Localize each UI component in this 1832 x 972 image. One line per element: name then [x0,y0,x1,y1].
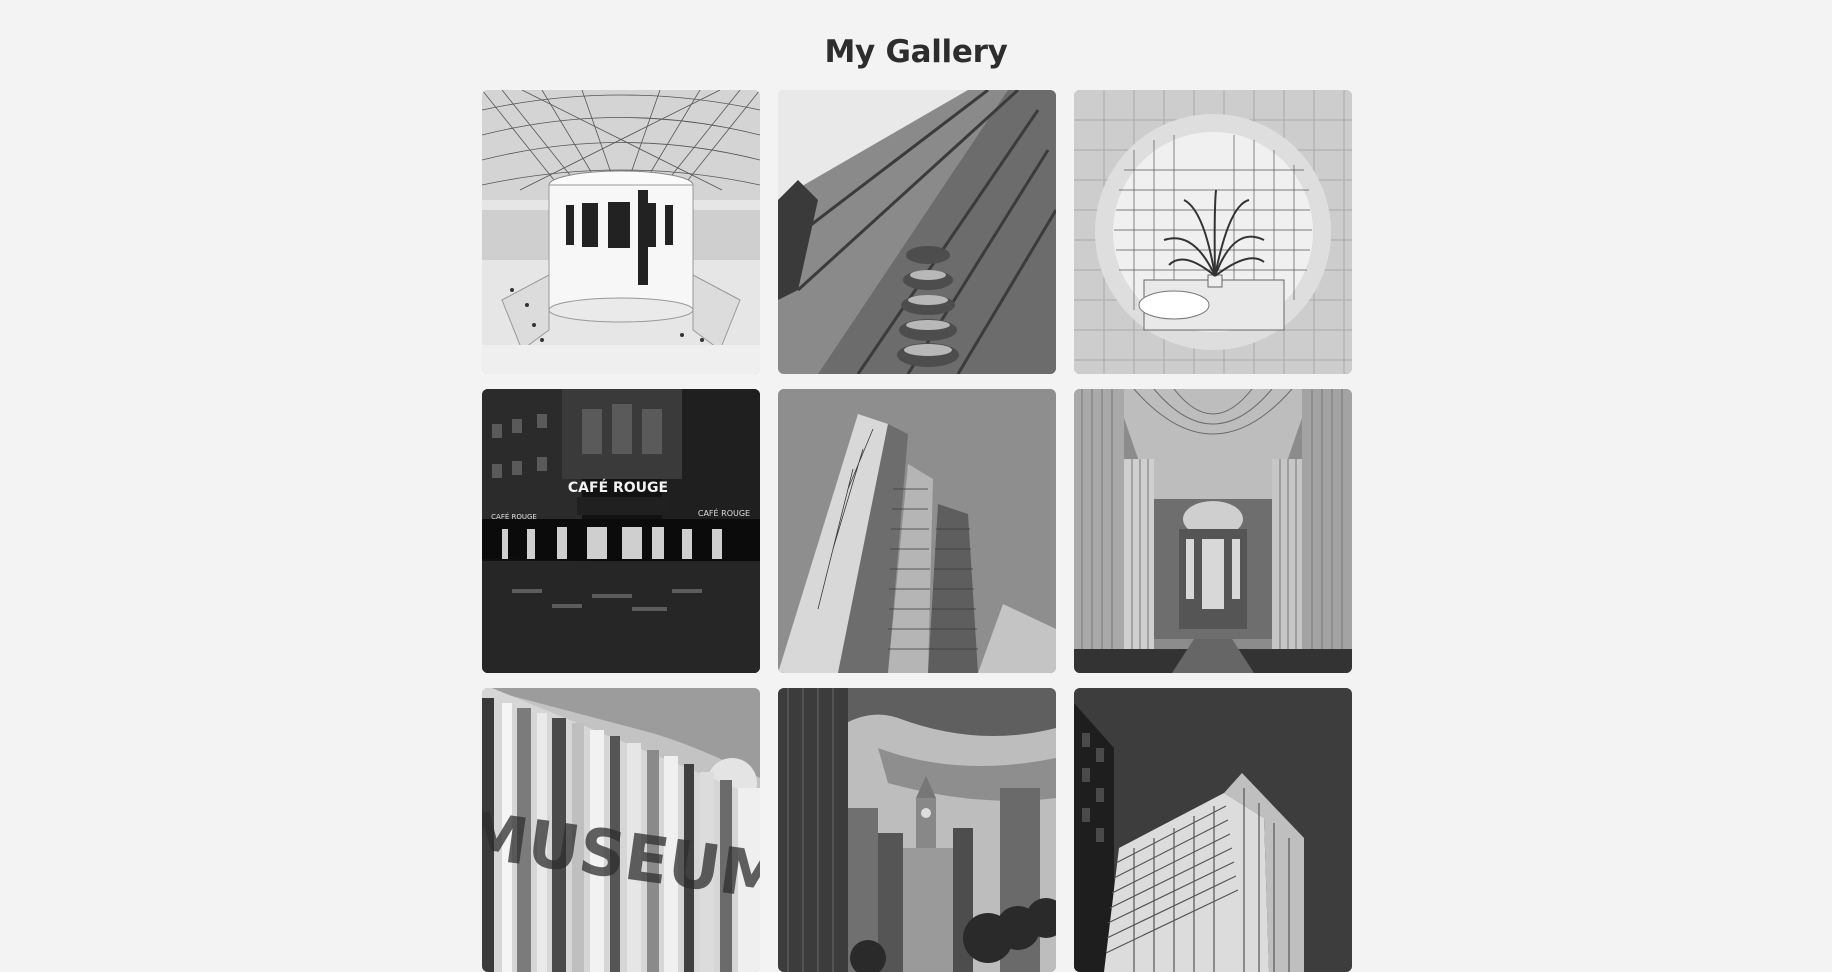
cafe-sign-right: CAFÉ ROUGE [698,507,750,518]
gallery-image-round-window[interactable] [1074,90,1352,374]
gallery-image-facade[interactable] [778,90,1056,374]
gallery-image-highrise[interactable] [1074,688,1352,972]
gallery-image-cafe[interactable]: CAFÉ ROUGE CAFÉ ROUGE CAFÉ ROUGE [482,389,760,673]
gallery-image-museum[interactable]: MUSEUM [482,688,760,972]
gallery-image-atrium[interactable] [482,90,760,374]
gallery-image-skyline[interactable] [778,688,1056,972]
page-title: My Gallery [824,34,1008,70]
gallery-grid: CAFÉ ROUGE CAFÉ ROUGE CAFÉ ROUGE MUSEUM [482,90,1352,972]
cafe-sign-text: CAFÉ ROUGE [568,479,668,496]
gallery-image-skyscrapers[interactable] [778,389,1056,673]
gallery-image-cathedral[interactable] [1074,389,1352,673]
cafe-sign-left: CAFÉ ROUGE [491,512,537,521]
